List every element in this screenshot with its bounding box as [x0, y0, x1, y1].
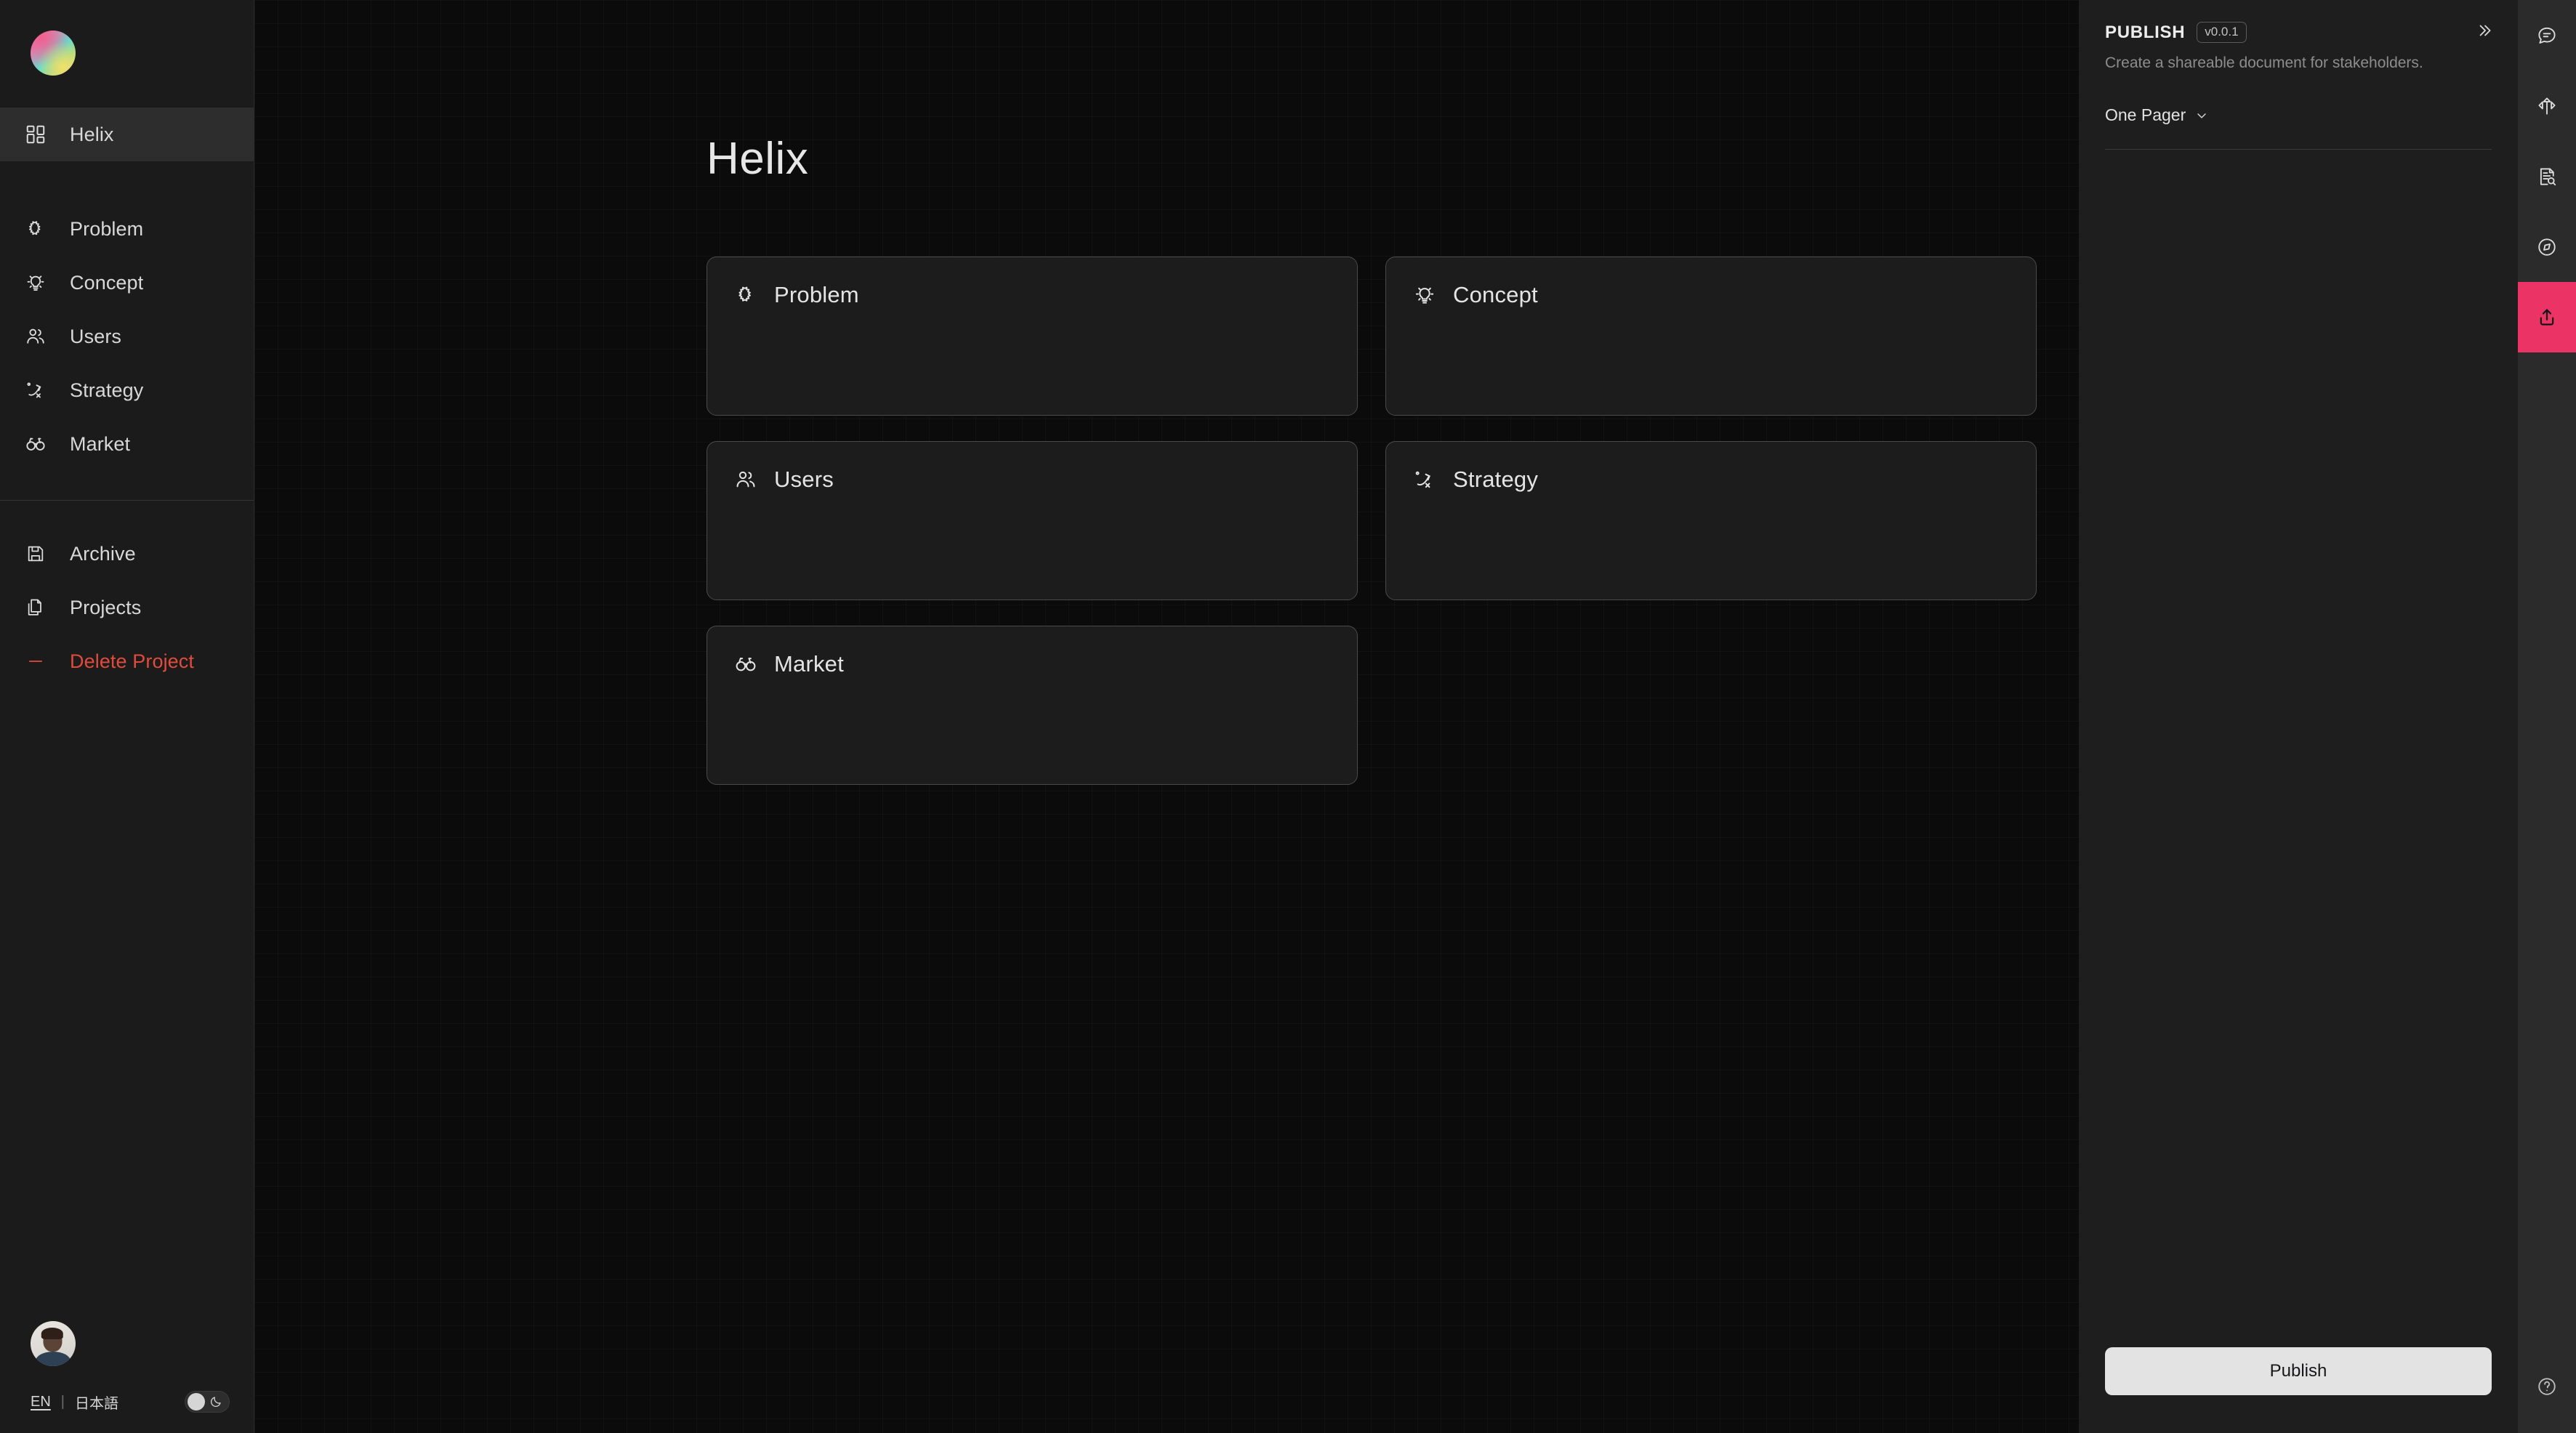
- sidebar-item-label: Users: [70, 325, 122, 347]
- panel-subtitle: Create a shareable document for stakehol…: [2105, 55, 2423, 71]
- language-separator: |: [60, 1393, 65, 1410]
- compass-icon: [2536, 236, 2558, 258]
- publish-panel-footer: Publish: [2079, 1347, 2518, 1433]
- document-format-select[interactable]: One Pager: [2105, 105, 2209, 125]
- card-title: Market: [774, 651, 844, 677]
- rail-button-help[interactable]: [2518, 1357, 2576, 1416]
- sidebar-item-archive[interactable]: Archive: [0, 527, 254, 581]
- document-search-icon: [2536, 166, 2558, 187]
- lightbulb-icon: [23, 270, 48, 295]
- publish-title-row: PUBLISH v0.0.1: [2105, 22, 2492, 43]
- sidebar-item-label: Archive: [70, 542, 136, 565]
- card-problem[interactable]: Problem: [707, 257, 1358, 416]
- card-concept[interactable]: Concept: [1385, 257, 2037, 416]
- users-icon: [23, 324, 48, 349]
- document-format-value: One Pager: [2105, 105, 2186, 124]
- sidebar-item-label: Problem: [70, 217, 144, 240]
- card-title: Users: [774, 467, 834, 492]
- language-and-theme-row: EN | 日本語: [31, 1391, 230, 1413]
- card-title: Problem: [774, 282, 859, 307]
- sidebar-item-concept[interactable]: Concept: [0, 256, 254, 310]
- rail-button-explore[interactable]: [2518, 211, 2576, 282]
- lightbulb-icon: [1412, 283, 1437, 307]
- sidebar-primary-nav: Helix Problem Concept Users Strategy Mar…: [0, 108, 254, 471]
- moon-icon: [209, 1395, 222, 1408]
- card-header: Users: [733, 467, 1331, 493]
- sidebar-footer: EN | 日本語: [0, 1321, 254, 1433]
- publish-panel-body: [2079, 150, 2518, 1347]
- binoculars-icon: [23, 432, 48, 456]
- sidebar-item-strategy[interactable]: Strategy: [0, 363, 254, 417]
- user-avatar[interactable]: [31, 1321, 76, 1366]
- nav-spacer-2: [0, 471, 254, 500]
- card-strategy[interactable]: Strategy: [1385, 441, 2037, 600]
- card-header: Problem: [733, 282, 1331, 308]
- save-icon: [23, 541, 48, 566]
- language-option-en[interactable]: EN: [31, 1394, 51, 1410]
- rail-button-document-search[interactable]: [2518, 141, 2576, 211]
- card-title: Concept: [1453, 282, 1538, 307]
- theme-toggle-knob: [188, 1393, 205, 1410]
- section-card-grid: Problem Concept Users Strategy Market: [707, 257, 2037, 785]
- rail-button-move[interactable]: [2518, 70, 2576, 141]
- rail-button-publish[interactable]: [2518, 282, 2576, 352]
- card-market[interactable]: Market: [707, 626, 1358, 785]
- files-icon: [23, 595, 48, 620]
- app-logo[interactable]: [31, 31, 76, 76]
- sidebar-item-market[interactable]: Market: [0, 417, 254, 471]
- panel-divider: [2105, 149, 2492, 150]
- page-title: Helix: [707, 134, 809, 184]
- sidebar-item-problem[interactable]: Problem: [0, 202, 254, 256]
- panel-collapse-button[interactable]: [2470, 16, 2499, 45]
- rail-button-comments[interactable]: [2518, 0, 2576, 70]
- puzzle-icon: [733, 283, 758, 307]
- publish-panel-header: PUBLISH v0.0.1 Create a shareable docume…: [2079, 0, 2518, 150]
- card-header: Strategy: [1412, 467, 2010, 493]
- sidebar-item-label: Delete Project: [70, 650, 194, 672]
- app-root: Helix Problem Concept Users Strategy Mar…: [0, 0, 2576, 1433]
- strategy-icon: [1412, 467, 1437, 492]
- sidebar-item-label: Market: [70, 432, 131, 455]
- panel-title: PUBLISH: [2105, 22, 2186, 42]
- card-users[interactable]: Users: [707, 441, 1358, 600]
- main-canvas: Helix Problem Concept Users Strategy Mar…: [254, 0, 2079, 1433]
- sidebar-secondary-nav: Archive Projects Delete Project: [0, 501, 254, 688]
- logo-container: [0, 0, 254, 76]
- language-option-ja[interactable]: 日本語: [75, 1392, 118, 1413]
- chevron-double-right-icon: [2475, 21, 2494, 40]
- sidebar-item-label: Helix: [70, 123, 114, 145]
- sidebar-item-helix[interactable]: Helix: [0, 108, 254, 161]
- puzzle-icon: [23, 217, 48, 241]
- card-header: Market: [733, 651, 1331, 677]
- sidebar-item-delete-project[interactable]: Delete Project: [0, 634, 254, 688]
- sidebar: Helix Problem Concept Users Strategy Mar…: [0, 0, 254, 1433]
- binoculars-icon: [733, 652, 758, 677]
- strategy-icon: [23, 378, 48, 403]
- comment-icon: [2536, 25, 2558, 47]
- card-title: Strategy: [1453, 467, 1539, 492]
- sidebar-item-label: Strategy: [70, 379, 144, 401]
- right-icon-rail: [2518, 0, 2576, 1433]
- move-arrows-icon: [2536, 95, 2558, 117]
- minus-icon: [23, 649, 48, 674]
- sidebar-item-projects[interactable]: Projects: [0, 581, 254, 634]
- dashboard-icon: [23, 122, 48, 147]
- avatar-shoulders: [36, 1352, 71, 1366]
- users-icon: [733, 467, 758, 492]
- upload-icon: [2536, 307, 2558, 328]
- publish-panel: PUBLISH v0.0.1 Create a shareable docume…: [2079, 0, 2518, 1433]
- sidebar-item-label: Projects: [70, 596, 142, 618]
- publish-button[interactable]: Publish: [2105, 1347, 2492, 1395]
- version-badge: v0.0.1: [2197, 22, 2247, 43]
- sidebar-item-users[interactable]: Users: [0, 310, 254, 363]
- help-circle-icon: [2536, 1376, 2558, 1397]
- sidebar-item-label: Concept: [70, 271, 144, 294]
- chevron-down-icon: [2194, 108, 2209, 123]
- theme-toggle[interactable]: [185, 1391, 230, 1413]
- avatar-hair: [41, 1328, 63, 1340]
- card-header: Concept: [1412, 282, 2010, 308]
